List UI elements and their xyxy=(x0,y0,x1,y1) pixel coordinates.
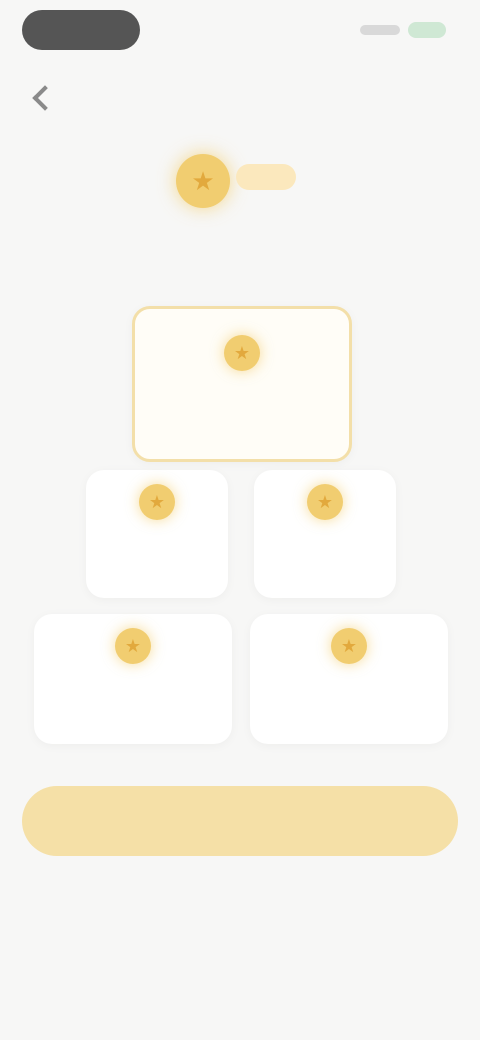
plan-card[interactable]: ★ xyxy=(250,614,448,744)
coin-icon: ★ xyxy=(331,628,367,664)
signal-icon xyxy=(360,25,400,35)
plan-card[interactable]: ★ xyxy=(86,470,228,598)
chevron-left-icon xyxy=(32,85,58,111)
coin-icon: ★ xyxy=(139,484,175,520)
status-bar xyxy=(0,0,480,64)
back-button[interactable] xyxy=(28,80,62,114)
plan-card-featured[interactable]: ★ xyxy=(132,306,352,462)
hero: ★ xyxy=(0,150,480,220)
coin-icon: ★ xyxy=(115,628,151,664)
sparkle-icon xyxy=(236,164,296,190)
battery-icon xyxy=(408,22,446,38)
plan-card[interactable]: ★ xyxy=(34,614,232,744)
purchase-button[interactable] xyxy=(22,786,458,856)
dynamic-island xyxy=(22,10,140,50)
coin-icon: ★ xyxy=(176,154,230,208)
coin-icon: ★ xyxy=(224,335,260,371)
status-icons xyxy=(354,22,446,38)
plan-card[interactable]: ★ xyxy=(254,470,396,598)
coin-icon: ★ xyxy=(307,484,343,520)
nav-bar xyxy=(0,70,480,120)
